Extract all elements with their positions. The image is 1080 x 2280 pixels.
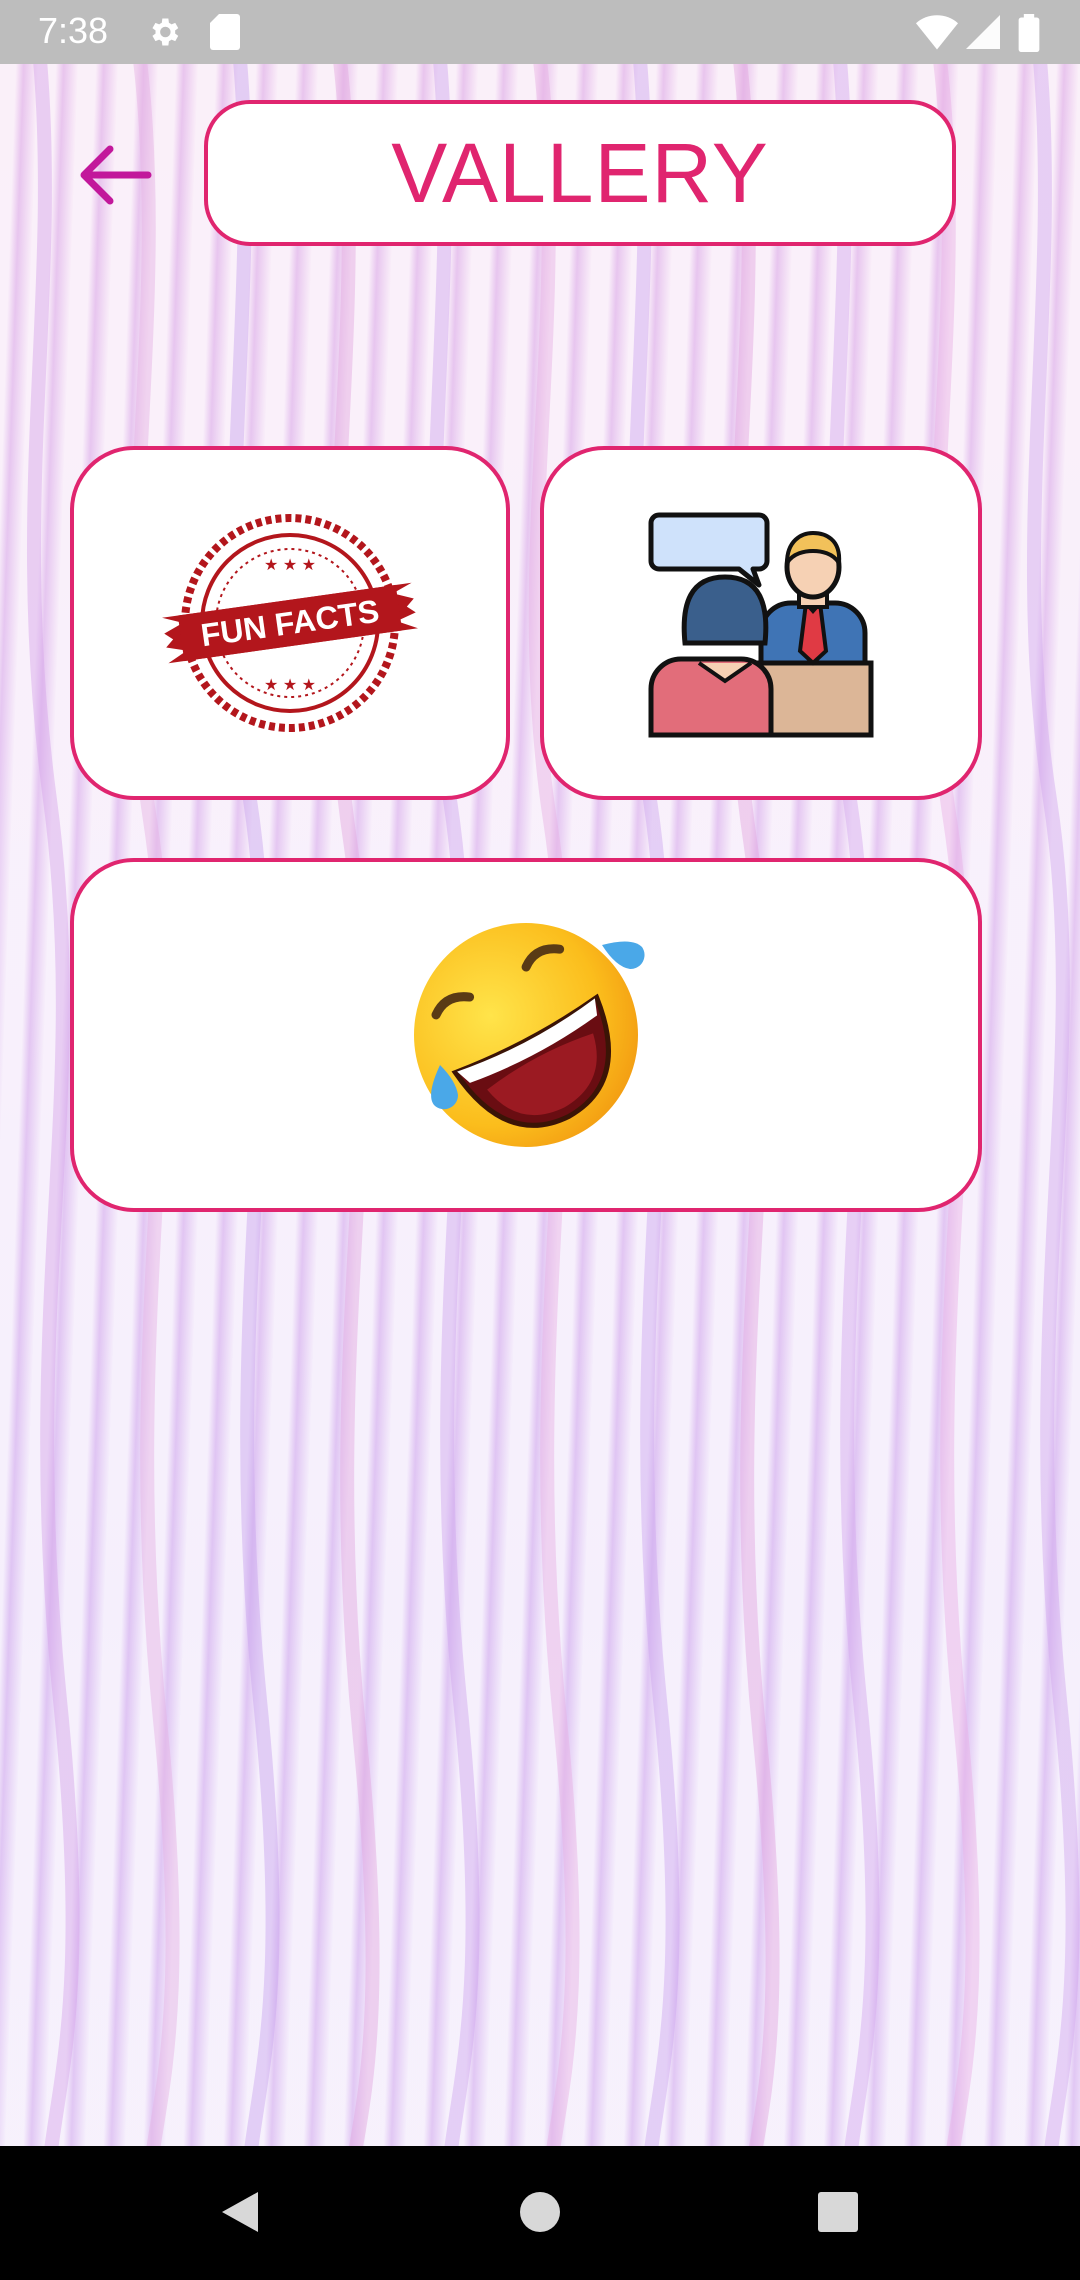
status-bar: 7:38 xyxy=(0,0,1080,64)
navigation-bar xyxy=(0,2146,1080,2280)
conversation-people-icon xyxy=(648,512,874,738)
back-triangle-icon xyxy=(222,2192,258,2232)
fun-facts-stamp-icon: ★ ★ ★ ★ ★ ★ FUN FACTS xyxy=(162,514,418,732)
gear-icon xyxy=(146,14,182,55)
svg-text:★ ★ ★: ★ ★ ★ xyxy=(264,557,316,574)
conversation-card[interactable] xyxy=(540,446,982,800)
nav-recents-button[interactable] xyxy=(816,2188,860,2241)
sd-card-icon xyxy=(210,14,240,55)
status-time: 7:38 xyxy=(38,10,109,51)
signal-icon xyxy=(966,14,1000,55)
home-circle-icon xyxy=(520,2192,560,2232)
page-title: VALLERY xyxy=(391,125,769,220)
nav-home-button[interactable] xyxy=(518,2188,562,2241)
recents-square-icon xyxy=(818,2192,858,2232)
arrow-left-icon xyxy=(80,145,152,205)
back-button[interactable] xyxy=(70,130,160,220)
battery-icon xyxy=(1018,14,1040,57)
laughing-emoji-icon xyxy=(414,923,645,1147)
jokes-card[interactable] xyxy=(70,858,982,1212)
svg-text:★ ★ ★: ★ ★ ★ xyxy=(264,677,316,694)
fun-facts-card[interactable]: ★ ★ ★ ★ ★ ★ FUN FACTS xyxy=(70,446,510,800)
title-box: VALLERY xyxy=(204,100,956,246)
nav-back-button[interactable] xyxy=(218,2188,262,2241)
wifi-icon xyxy=(916,14,958,55)
